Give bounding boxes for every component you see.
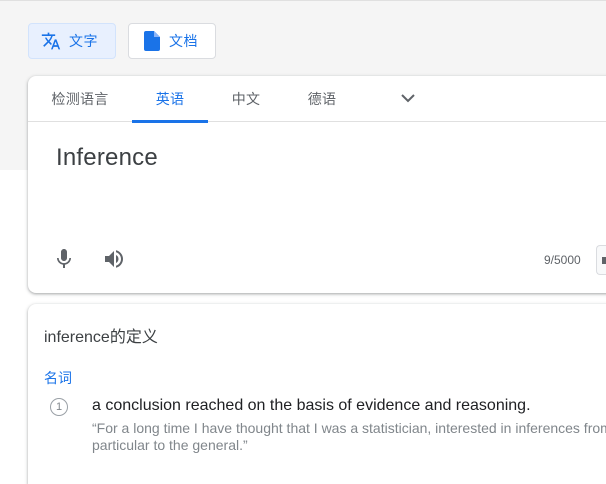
keyboard-toggle-button[interactable] [596,245,606,275]
definition-card: inference的定义 名词 1 a conclusion reached o… [28,304,606,484]
definition-example: “For a long time I have thought that I w… [92,420,606,453]
source-text-input[interactable]: Inference [56,144,158,172]
document-mode-label: 文档 [169,33,198,49]
definition-title: inference的定义 [44,329,158,346]
tab-chinese[interactable]: 中文 [208,76,284,122]
document-mode-button[interactable]: 文档 [128,23,216,59]
definition-text: a conclusion reached on the basis of evi… [92,397,531,414]
text-mode-button[interactable]: 文字 [28,23,116,59]
chevron-down-icon [400,90,416,108]
part-of-speech: 名词 [44,370,72,386]
tab-english[interactable]: 英语 [132,76,208,123]
document-icon [143,31,161,51]
text-mode-label: 文字 [69,33,98,49]
more-languages-button[interactable] [392,87,424,111]
tab-german[interactable]: 德语 [284,76,360,122]
language-tabs: 检测语言 英语 中文 德语 [28,76,606,123]
source-card: 检测语言 英语 中文 德语 Inference 9/5000 [28,76,606,293]
microphone-icon [52,247,76,276]
character-count: 9/5000 [544,253,581,267]
microphone-button[interactable] [50,247,78,275]
speaker-icon [102,247,126,276]
definition-number: 1 [50,398,68,416]
listen-button[interactable] [100,247,128,275]
translate-icon [41,31,61,51]
tab-detect-language[interactable]: 检测语言 [28,76,132,122]
